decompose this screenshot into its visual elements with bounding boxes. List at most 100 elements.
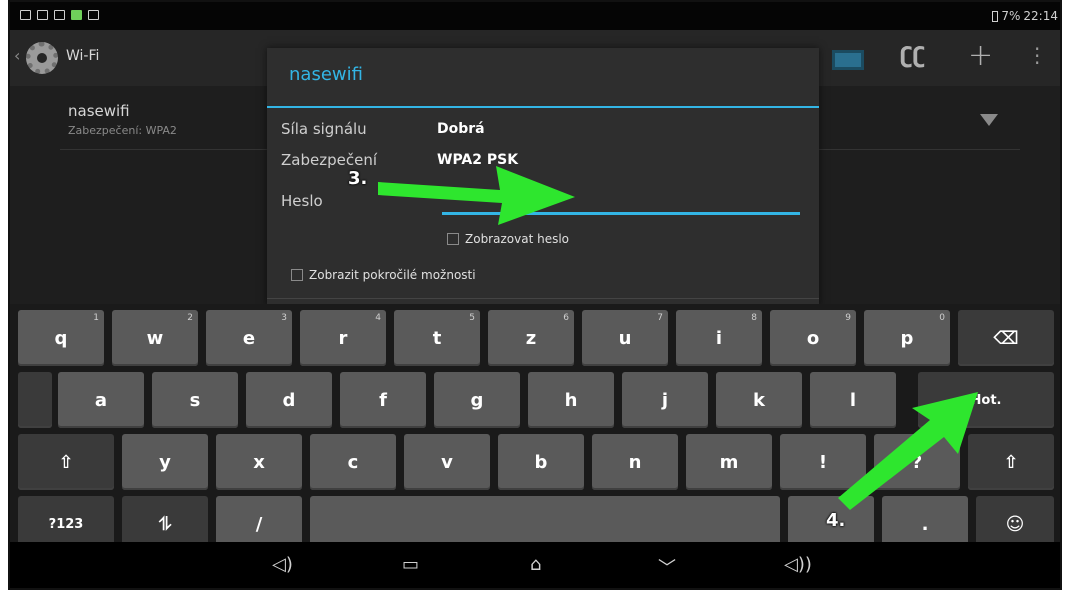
key-label: ! bbox=[818, 451, 828, 473]
overflow-menu-icon[interactable]: · · · bbox=[1034, 39, 1040, 73]
home-icon[interactable]: ⌂ bbox=[530, 554, 541, 575]
page-title: Wi-Fi bbox=[66, 48, 100, 64]
key-label: / bbox=[255, 513, 263, 535]
key-label: t bbox=[432, 327, 442, 349]
shift-right-key[interactable]: ⇧ bbox=[968, 434, 1054, 490]
key-label: ? bbox=[911, 451, 923, 473]
clock: 22:14 bbox=[1023, 9, 1058, 23]
key-u[interactable]: u7 bbox=[582, 310, 668, 366]
key-label: f bbox=[379, 389, 387, 411]
key-f[interactable]: f bbox=[340, 372, 426, 428]
signal-strength-label: Síla signálu bbox=[281, 120, 367, 138]
android-icon bbox=[88, 10, 99, 20]
shift-icon: ⇧ bbox=[58, 451, 74, 473]
key-hint: 9 bbox=[845, 313, 851, 323]
key-label: x bbox=[253, 451, 265, 473]
volume-up-icon[interactable]: ◁)) bbox=[784, 554, 812, 575]
onscreen-keyboard: q1 w2 e3 r4 t5 z6 u7 i8 o9 p0 ⌫ a s d f … bbox=[10, 304, 1060, 552]
battery-level: 7% bbox=[1001, 9, 1021, 23]
status-right: 7% 22:14 bbox=[992, 9, 1058, 23]
settings-sliders-icon: ⥮ bbox=[158, 513, 172, 535]
key-k[interactable]: k bbox=[716, 372, 802, 428]
key-label: o bbox=[806, 327, 820, 349]
advanced-options-label: Zobrazit pokročilé možnosti bbox=[309, 268, 476, 282]
key-p[interactable]: p0 bbox=[864, 310, 950, 366]
key-label: d bbox=[282, 389, 296, 411]
key-e[interactable]: e3 bbox=[206, 310, 292, 366]
key-hint: 3 bbox=[281, 313, 287, 323]
key-exclamation[interactable]: ! bbox=[780, 434, 866, 490]
key-label: m bbox=[719, 451, 739, 473]
key-hint: 7 bbox=[657, 313, 663, 323]
done-key[interactable]: Hot. bbox=[918, 372, 1054, 428]
password-input[interactable] bbox=[442, 212, 800, 215]
status-bar: 7% 22:14 bbox=[10, 2, 1060, 30]
recent-apps-icon[interactable]: ▭ bbox=[402, 554, 419, 575]
key-label: b bbox=[534, 451, 548, 473]
key-label: v bbox=[441, 451, 453, 473]
backspace-key[interactable]: ⌫ bbox=[958, 310, 1054, 366]
key-label: r bbox=[338, 327, 348, 349]
shift-left-key[interactable]: ⇧ bbox=[18, 434, 114, 490]
key-g[interactable]: g bbox=[434, 372, 520, 428]
key-m[interactable]: m bbox=[686, 434, 772, 490]
key-question[interactable]: ? bbox=[874, 434, 960, 490]
key-n[interactable]: n bbox=[592, 434, 678, 490]
key-b[interactable]: b bbox=[498, 434, 584, 490]
wps-pin-icon[interactable]: ʗʗ bbox=[900, 44, 925, 69]
network-name: nasewifi bbox=[68, 102, 130, 120]
key-label: k bbox=[753, 389, 765, 411]
key-i[interactable]: i8 bbox=[676, 310, 762, 366]
key-label: z bbox=[525, 327, 537, 349]
back-chevron-icon[interactable]: ‹ bbox=[14, 46, 20, 65]
key-x[interactable]: x bbox=[216, 434, 302, 490]
key-d[interactable]: d bbox=[246, 372, 332, 428]
dialog-title: nasewifi bbox=[289, 64, 363, 85]
signal-strength-value: Dobrá bbox=[437, 121, 485, 137]
key-w[interactable]: w2 bbox=[112, 310, 198, 366]
key-h[interactable]: h bbox=[528, 372, 614, 428]
key-label: e bbox=[242, 327, 256, 349]
key-a[interactable]: a bbox=[58, 372, 144, 428]
key-c[interactable]: c bbox=[310, 434, 396, 490]
add-network-button[interactable]: + bbox=[968, 38, 993, 73]
app-notification-icon bbox=[71, 10, 82, 20]
key-q[interactable]: q1 bbox=[18, 310, 104, 366]
android-screen: 7% 22:14 ‹ Wi-Fi ʗʗ + · · · nasewifi Zabez… bbox=[8, 0, 1062, 590]
key-z[interactable]: z6 bbox=[488, 310, 574, 366]
key-s[interactable]: s bbox=[152, 372, 238, 428]
security-value: WPA2 PSK bbox=[437, 152, 519, 168]
key-r[interactable]: r4 bbox=[300, 310, 386, 366]
key-label: s bbox=[189, 389, 201, 411]
checkbox-box[interactable] bbox=[291, 269, 303, 281]
volume-down-icon[interactable]: ◁) bbox=[272, 554, 293, 575]
key-label: i bbox=[715, 327, 723, 349]
key-label: w bbox=[146, 327, 164, 349]
settings-gear-icon[interactable] bbox=[26, 42, 58, 74]
key-o[interactable]: o9 bbox=[770, 310, 856, 366]
key-hint: 8 bbox=[751, 313, 757, 323]
key-label: g bbox=[470, 389, 484, 411]
notification-icon bbox=[37, 10, 48, 20]
advanced-options-checkbox[interactable]: Zobrazit pokročilé možnosti bbox=[291, 268, 476, 282]
network-security: Zabezpečení: WPA2 bbox=[68, 124, 177, 137]
hide-keyboard-icon[interactable]: ﹀ bbox=[658, 554, 676, 580]
show-password-label: Zobrazovat heslo bbox=[465, 232, 569, 246]
checkbox-box[interactable] bbox=[447, 233, 459, 245]
backspace-icon: ⌫ bbox=[993, 327, 1019, 349]
key-hint: 4 bbox=[375, 313, 381, 323]
key-hint: 6 bbox=[563, 313, 569, 323]
key-label: a bbox=[94, 389, 108, 411]
key-t[interactable]: t5 bbox=[394, 310, 480, 366]
key-label: l bbox=[849, 389, 857, 411]
shift-icon: ⇧ bbox=[1003, 451, 1019, 473]
wps-button[interactable] bbox=[832, 50, 864, 70]
mail-icon bbox=[54, 10, 65, 20]
key-j[interactable]: j bbox=[622, 372, 708, 428]
show-password-checkbox[interactable]: Zobrazovat heslo bbox=[447, 232, 569, 246]
battery-icon bbox=[992, 10, 999, 22]
key-v[interactable]: v bbox=[404, 434, 490, 490]
key-hint: 5 bbox=[469, 313, 475, 323]
key-l[interactable]: l bbox=[810, 372, 896, 428]
key-y[interactable]: y bbox=[122, 434, 208, 490]
